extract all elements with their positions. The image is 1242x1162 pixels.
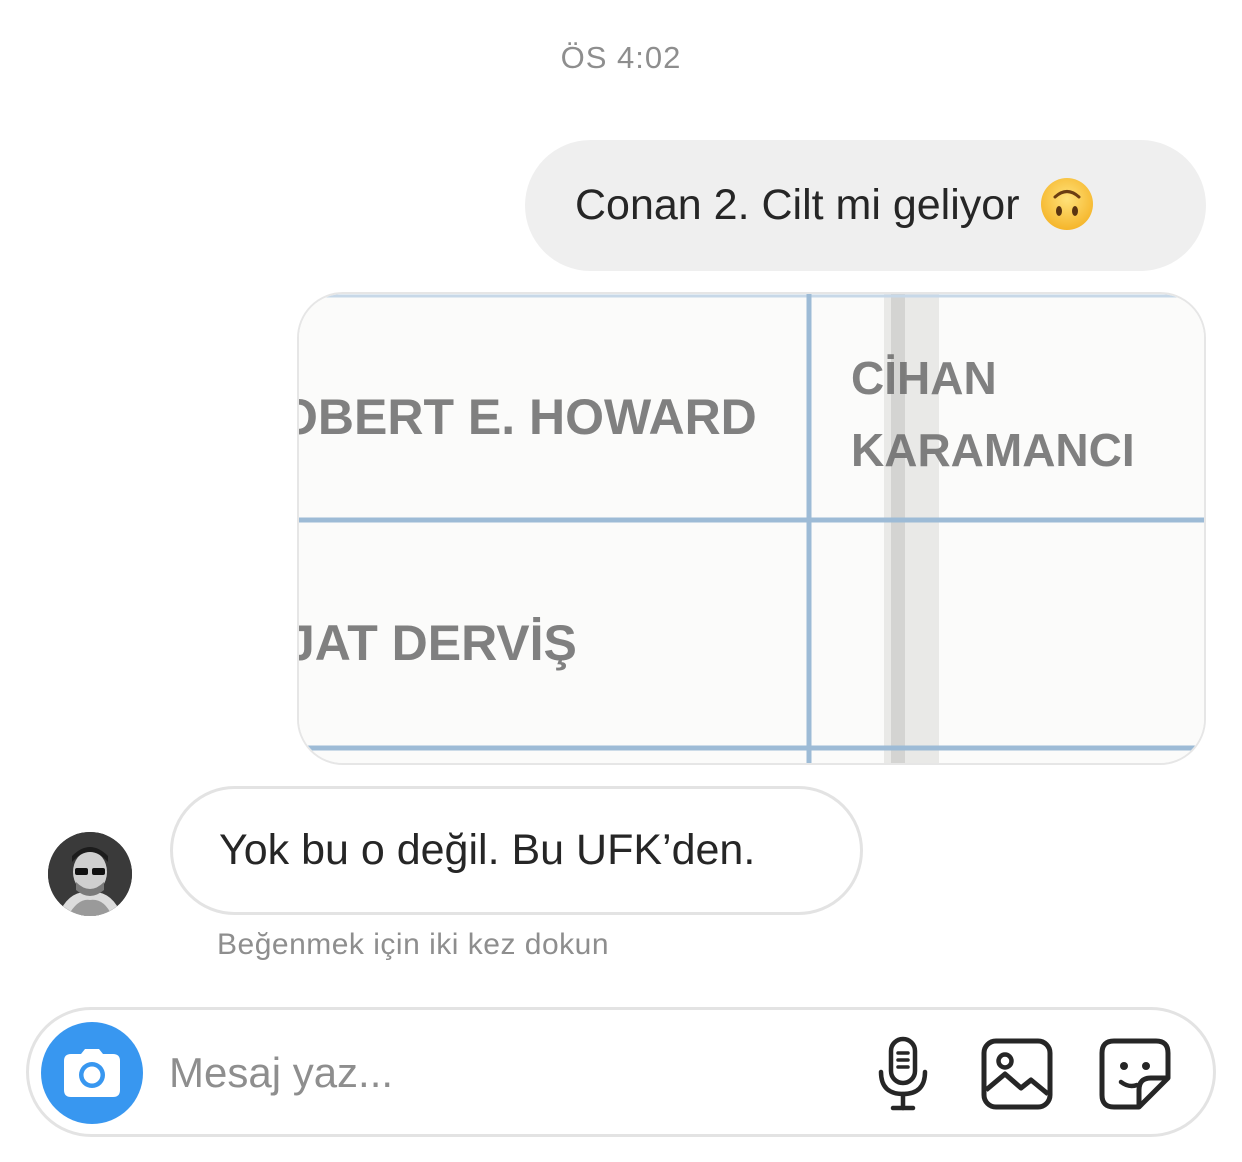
message-composer: [26, 1007, 1216, 1137]
double-tap-like-hint: Beğenmek için iki kez dokun: [217, 928, 610, 961]
outgoing-message-text: Conan 2. Cilt mi geliyor: [575, 181, 1020, 229]
image-text-name-2: KARAMANCI: [851, 424, 1135, 476]
image-text-name-1: CİHAN: [851, 352, 997, 404]
message-input[interactable]: [169, 1030, 829, 1116]
image-text-author: OBERT E. HOWARD: [299, 389, 757, 445]
camera-button[interactable]: [41, 1022, 143, 1124]
upside-down-face-icon: [1040, 177, 1094, 231]
incoming-message-bubble[interactable]: Yok bu o değil. Bu UFK’den.: [170, 786, 863, 915]
sticker-icon: [1099, 1038, 1171, 1110]
incoming-message-text: Yok bu o değil. Bu UFK’den.: [219, 826, 756, 874]
image-text-name-3: JAT DERVİŞ: [299, 615, 577, 671]
gallery-button[interactable]: [979, 1036, 1055, 1112]
shared-image-message[interactable]: OBERT E. HOWARD CİHAN KARAMANCI JAT DERV…: [297, 292, 1206, 765]
message-timestamp: ÖS 4:02: [560, 40, 682, 75]
camera-icon: [64, 1049, 120, 1097]
voice-message-button[interactable]: [865, 1036, 941, 1112]
chat-thread: ÖS 4:02 Conan 2. Cilt mi geliyor OBERT E…: [0, 0, 1242, 1162]
outgoing-message-bubble[interactable]: Conan 2. Cilt mi geliyor: [525, 140, 1206, 271]
microphone-icon: [878, 1036, 928, 1111]
sticker-button[interactable]: [1097, 1036, 1173, 1112]
sender-avatar[interactable]: [48, 832, 132, 916]
gallery-icon: [981, 1038, 1053, 1110]
